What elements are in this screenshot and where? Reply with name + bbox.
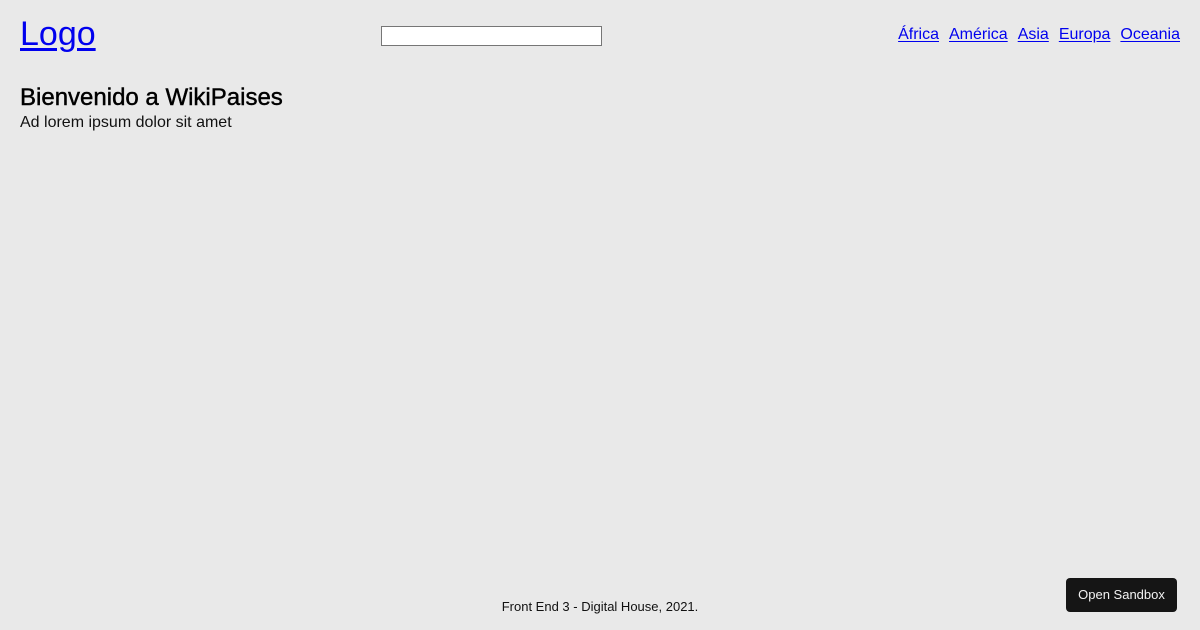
logo-link[interactable]: Logo [20, 14, 96, 54]
nav-link-africa[interactable]: África [898, 25, 939, 45]
hero-section: Bienvenido a WikiPaises Ad lorem ipsum d… [20, 84, 283, 133]
page-subtitle: Ad lorem ipsum dolor sit amet [20, 114, 232, 131]
site-footer: Front End 3 - Digital House, 2021. [501, 599, 699, 614]
open-sandbox-button[interactable]: Open Sandbox [1066, 578, 1177, 612]
nav-link-asia[interactable]: Asia [1018, 25, 1049, 45]
search-input[interactable] [381, 26, 602, 46]
nav-link-america[interactable]: América [949, 25, 1008, 45]
site-header: Logo África América Asia Europa Oceania [20, 14, 1180, 58]
continent-nav: África América Asia Europa Oceania [898, 25, 1180, 45]
page-title: Bienvenido a WikiPaises [20, 84, 283, 111]
nav-link-oceania[interactable]: Oceania [1120, 25, 1180, 45]
page: Logo África América Asia Europa Oceania … [0, 0, 1200, 630]
nav-link-europa[interactable]: Europa [1059, 25, 1111, 45]
